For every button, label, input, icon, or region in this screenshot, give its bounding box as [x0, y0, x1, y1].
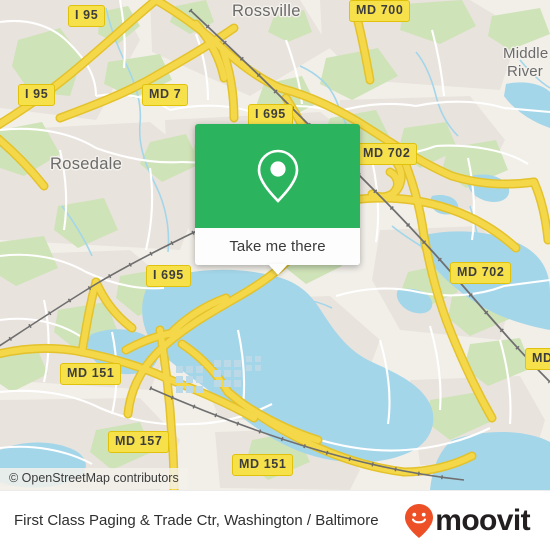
shield-md7[interactable]: MD 7 — [142, 84, 189, 106]
moovit-logo[interactable]: moovit — [404, 503, 536, 539]
shield-i95-north[interactable]: I 95 — [68, 5, 106, 27]
popup-cta-panel[interactable]: Take me there — [195, 228, 360, 275]
shield-md151-west[interactable]: MD 151 — [60, 363, 122, 385]
shield-md157[interactable]: MD 157 — [108, 431, 170, 453]
popup-pointer-tail — [268, 264, 288, 275]
map-canvas[interactable]: Rossville Middle River Rosedale SSEX I 9… — [0, 0, 550, 490]
shield-md702-north[interactable]: MD 702 — [356, 143, 418, 165]
location-popup-card[interactable]: Take me there — [195, 124, 360, 275]
shield-md702-south[interactable]: MD 702 — [450, 262, 512, 284]
footer-bar: First Class Paging & Trade Ctr, Washingt… — [0, 490, 550, 550]
shield-md151-south[interactable]: MD 151 — [232, 454, 294, 476]
popup-pin-panel — [195, 124, 360, 228]
place-title: First Class Paging & Trade Ctr, Washingt… — [14, 511, 379, 529]
osm-attribution[interactable]: © OpenStreetMap contributors — [0, 468, 188, 489]
shield-md700[interactable]: MD 700 — [349, 0, 411, 22]
take-me-there-label: Take me there — [229, 238, 326, 255]
map-pin-icon — [257, 149, 298, 203]
shield-i695-west[interactable]: I 695 — [146, 265, 191, 287]
moovit-wordmark: moovit — [435, 503, 530, 537]
map-screenshot: Rossville Middle River Rosedale SSEX I 9… — [0, 0, 550, 550]
moovit-pin-icon — [405, 503, 434, 538]
shield-i695-north[interactable]: I 695 — [248, 104, 293, 126]
shield-i95-west[interactable]: I 95 — [18, 84, 56, 106]
shield-md-edge[interactable]: MD — [525, 348, 550, 370]
